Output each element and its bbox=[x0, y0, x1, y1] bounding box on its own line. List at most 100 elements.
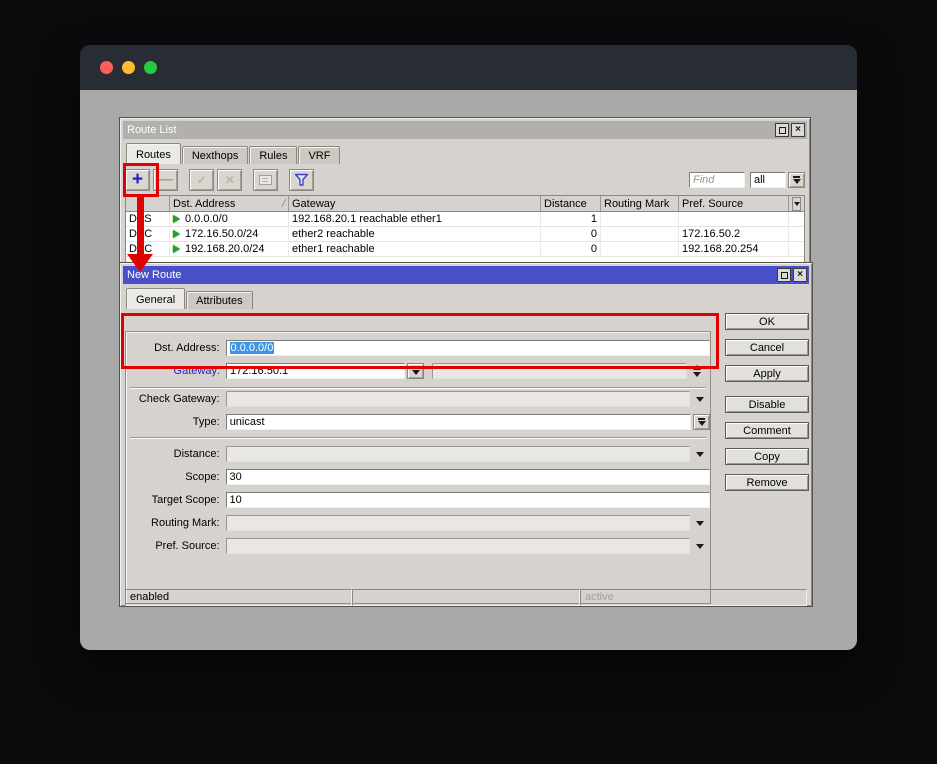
distance-dropdown[interactable] bbox=[690, 452, 710, 457]
remove-route-button[interactable]: — bbox=[153, 169, 178, 191]
tab-rules[interactable]: Rules bbox=[249, 146, 297, 164]
col-header-flags[interactable] bbox=[126, 196, 170, 211]
gateway-add-remove-spinner[interactable] bbox=[687, 365, 707, 377]
cell-distance: 0 bbox=[541, 227, 601, 241]
tab-routes[interactable]: Routes bbox=[126, 143, 181, 164]
pref-source-dropdown[interactable] bbox=[690, 544, 710, 549]
group-separator bbox=[130, 387, 706, 389]
cell-gateway: ether1 reachable bbox=[289, 242, 541, 256]
col-header-distance[interactable]: Distance bbox=[541, 196, 601, 211]
apply-button[interactable]: Apply bbox=[725, 365, 809, 382]
route-table-header: Dst. Address / Gateway Distance Routing … bbox=[126, 196, 804, 212]
cell-distance: 1 bbox=[541, 212, 601, 226]
selected-text: 0.0.0.0/0 bbox=[230, 342, 275, 354]
cell-flags: DAC bbox=[126, 227, 170, 241]
cell-gateway: ether2 reachable bbox=[289, 227, 541, 241]
chevron-down-icon bbox=[412, 370, 420, 375]
route-list-titlebar[interactable]: Route List × bbox=[123, 121, 807, 139]
table-row[interactable]: DAS 0.0.0.0/0 192.168.20.1 reachable eth… bbox=[126, 212, 804, 227]
combo-bar-icon bbox=[793, 176, 800, 178]
zoom-traffic-light-icon[interactable] bbox=[144, 61, 157, 74]
status-middle bbox=[352, 589, 580, 606]
cell-pref-source bbox=[679, 212, 789, 226]
col-header-pref-source[interactable]: Pref. Source bbox=[679, 196, 789, 211]
cell-gateway: 192.168.20.1 reachable ether1 bbox=[289, 212, 541, 226]
chevron-down-icon bbox=[696, 452, 704, 457]
routing-mark-label: Routing Mark: bbox=[130, 517, 220, 529]
combo-bar-icon bbox=[698, 418, 705, 420]
gateway-dropdown-button[interactable] bbox=[407, 363, 424, 379]
dst-address-label: Dst. Address: bbox=[130, 342, 220, 354]
find-input[interactable]: Find bbox=[689, 172, 745, 188]
cell-end bbox=[789, 227, 804, 241]
new-route-tabs: General Attributes bbox=[123, 288, 809, 309]
remove-icon: — bbox=[158, 175, 173, 185]
table-row[interactable]: DAC 192.168.20.0/24 ether1 reachable 0 1… bbox=[126, 242, 804, 257]
macos-titlebar[interactable] bbox=[80, 45, 857, 90]
disable-button[interactable]: Disable bbox=[725, 396, 809, 413]
dst-address-input[interactable]: 0.0.0.0/0 bbox=[226, 340, 710, 356]
pref-source-row: Pref. Source: bbox=[126, 538, 710, 554]
type-dropdown-button[interactable] bbox=[693, 414, 710, 430]
check-gateway-row: Check Gateway: bbox=[126, 391, 710, 407]
enable-route-button[interactable]: ✓ bbox=[189, 169, 214, 191]
route-list-tabs: Routes Nexthops Rules VRF bbox=[123, 143, 807, 164]
dst-value: 192.168.20.0/24 bbox=[185, 243, 265, 255]
traffic-lights bbox=[100, 61, 157, 74]
routing-mark-input bbox=[226, 515, 691, 531]
tab-nexthops[interactable]: Nexthops bbox=[182, 146, 248, 164]
cancel-button[interactable]: Cancel bbox=[725, 339, 809, 356]
disable-cross-icon: ✕ bbox=[224, 173, 234, 187]
copy-button[interactable]: Copy bbox=[725, 448, 809, 465]
column-selector-cell bbox=[789, 196, 804, 211]
gateway-input[interactable]: 172.16.50.1 bbox=[226, 363, 405, 379]
minimize-traffic-light-icon[interactable] bbox=[122, 61, 135, 74]
ok-button[interactable]: OK bbox=[725, 313, 809, 330]
route-list-toolbar: + — ✓ ✕ Find all bbox=[125, 168, 805, 192]
table-row[interactable]: DAC 172.16.50.0/24 ether2 reachable 0 17… bbox=[126, 227, 804, 242]
col-header-dst-address[interactable]: Dst. Address / bbox=[170, 196, 289, 211]
col-header-routing-mark[interactable]: Routing Mark bbox=[601, 196, 679, 211]
add-route-button[interactable]: + bbox=[125, 169, 150, 191]
column-selector-button[interactable] bbox=[792, 197, 801, 211]
type-input[interactable]: unicast bbox=[226, 414, 691, 430]
check-gateway-dropdown[interactable] bbox=[690, 397, 710, 402]
new-route-title: New Route bbox=[127, 269, 775, 281]
disable-route-button[interactable]: ✕ bbox=[217, 169, 242, 191]
maximize-button[interactable] bbox=[777, 268, 791, 282]
cell-routing-mark bbox=[601, 242, 679, 256]
gateway-interface-input bbox=[432, 363, 687, 379]
active-route-icon bbox=[173, 230, 180, 238]
status-enabled: enabled bbox=[125, 589, 352, 606]
col-header-gateway[interactable]: Gateway bbox=[289, 196, 541, 211]
scope-input[interactable]: 30 bbox=[226, 469, 710, 485]
combo-bar-icon bbox=[412, 367, 419, 369]
new-route-body: General Attributes Dst. Address: 0.0.0.0… bbox=[123, 288, 809, 608]
add-icon: + bbox=[132, 173, 143, 187]
new-route-dialog: New Route × General Attributes Dst. Addr… bbox=[120, 263, 812, 606]
tab-vrf[interactable]: VRF bbox=[298, 146, 340, 164]
routing-mark-dropdown[interactable] bbox=[690, 521, 710, 526]
new-route-titlebar[interactable]: New Route × bbox=[123, 266, 809, 284]
remove-button[interactable]: Remove bbox=[725, 474, 809, 491]
comment-button[interactable]: Comment bbox=[725, 422, 809, 439]
type-value: unicast bbox=[230, 416, 265, 428]
type-row: Type: unicast bbox=[126, 414, 710, 430]
filter-funnel-icon bbox=[294, 173, 309, 187]
target-scope-input[interactable]: 10 bbox=[226, 492, 710, 508]
close-button[interactable]: × bbox=[793, 268, 807, 282]
maximize-button[interactable] bbox=[775, 123, 789, 137]
maximize-icon bbox=[779, 127, 786, 134]
filter-scope-dropdown-button[interactable] bbox=[788, 172, 805, 188]
comment-route-button[interactable] bbox=[253, 169, 278, 191]
filter-scope-select[interactable]: all bbox=[750, 172, 786, 188]
col-header-dst-label: Dst. Address bbox=[173, 198, 235, 210]
close-button[interactable]: × bbox=[791, 123, 805, 137]
close-traffic-light-icon[interactable] bbox=[100, 61, 113, 74]
tab-attributes[interactable]: Attributes bbox=[186, 291, 252, 309]
chevron-down-icon bbox=[696, 544, 704, 549]
filter-button[interactable] bbox=[289, 169, 314, 191]
maximize-icon bbox=[781, 272, 788, 279]
route-list-title: Route List bbox=[127, 124, 773, 136]
tab-general[interactable]: General bbox=[126, 288, 185, 309]
